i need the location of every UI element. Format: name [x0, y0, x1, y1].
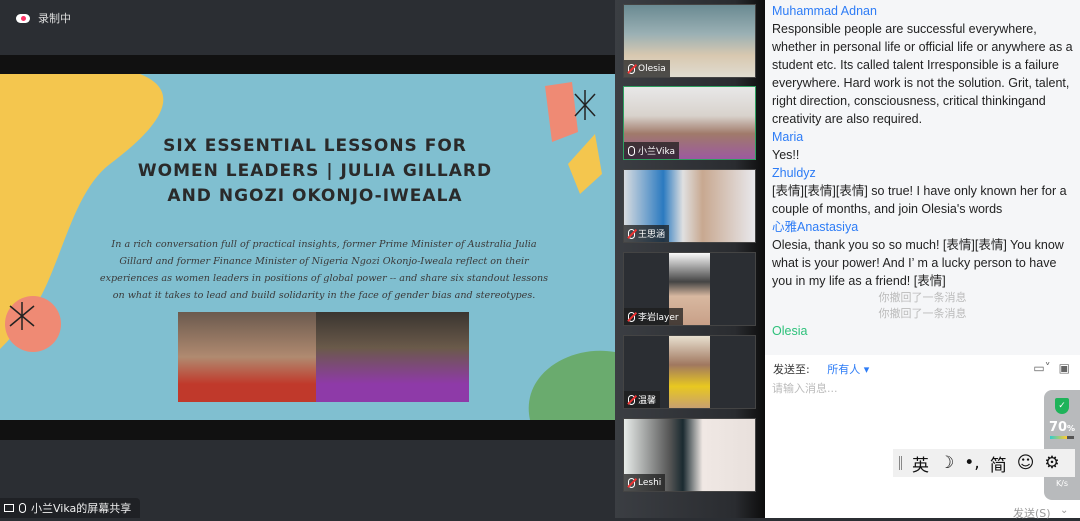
participant-tile[interactable]: 小兰Vika: [623, 86, 756, 160]
slide-title: Six Essential Lessons for Women Leaders …: [137, 136, 493, 206]
speed-unit: K/s: [1055, 479, 1069, 488]
message-input[interactable]: 请输入消息...: [772, 380, 838, 396]
recording-label: 录制中: [38, 12, 71, 25]
shield-check-icon: ✓: [1055, 398, 1069, 414]
system-monitor-widget[interactable]: ✓ 70% 79.8K/s: [1044, 390, 1080, 500]
participant-videos: Olesia 小兰Vika 王思涵 李岩layer 温馨 Leshi: [615, 0, 765, 518]
participant-name: Leshi: [638, 477, 662, 488]
participant-name: Olesia: [638, 63, 666, 74]
chat-sender: Muhammad Adnan: [772, 4, 877, 18]
ime-halfwidth-moon-icon[interactable]: ☽: [939, 453, 954, 473]
mic-muted-icon: [628, 228, 635, 239]
coral-shape: [545, 82, 578, 142]
send-to-value: 所有人: [827, 363, 861, 376]
yellow-diamond: [568, 134, 602, 194]
ime-simplified-toggle[interactable]: 简: [990, 451, 1007, 476]
screen-share-label: 小兰Vika的屏幕共享: [31, 502, 132, 515]
chat-sender: Zhuldyz: [772, 166, 816, 180]
chat-message: [表情][表情][表情] so true! I have only known …: [772, 184, 1067, 216]
recording-indicator: 录制中: [16, 10, 71, 26]
letterbox-bottom: [0, 420, 615, 440]
ime-drag-handle[interactable]: [899, 456, 902, 470]
send-to: 发送至: 所有人 ▾: [773, 361, 869, 377]
recording-cloud-icon: [16, 13, 30, 23]
usage-bar: [1050, 436, 1074, 439]
chat-message: Olesia, thank you so so much! [表情][表情] Y…: [772, 238, 1064, 288]
top-bar: 录制中: [0, 0, 615, 55]
system-message: 你撤回了一条消息: [878, 308, 967, 320]
ime-emoji-icon[interactable]: ☺: [1017, 453, 1035, 473]
video-thumbnail-okonjo-iweala: [316, 312, 469, 402]
participant-tile[interactable]: 温馨: [623, 335, 756, 409]
usage-percent: 70: [1048, 420, 1068, 435]
system-message: 你撤回了一条消息: [878, 292, 967, 304]
participant-tile[interactable]: Olesia: [623, 4, 756, 78]
announcement-icon[interactable]: ▣: [1059, 361, 1070, 375]
letterbox-top: [0, 55, 615, 74]
screen-share-bar[interactable]: 小兰Vika的屏幕共享: [0, 498, 140, 518]
mic-muted-icon: [628, 394, 635, 405]
send-options-chevron-icon[interactable]: ⌄: [1060, 505, 1068, 516]
participant-name: 小兰Vika: [638, 147, 676, 157]
mic-muted-icon: [628, 311, 635, 322]
chat-sender: Olesia: [772, 324, 808, 338]
slide-description: In a rich conversation full of practical…: [99, 239, 549, 301]
green-blob: [528, 350, 615, 420]
folder-icon[interactable]: ▭˅: [1033, 361, 1050, 375]
mic-muted-icon: [628, 477, 635, 488]
chat-message: Yes!!: [772, 148, 800, 162]
send-to-select[interactable]: 所有人 ▾: [827, 363, 869, 376]
participant-name: 李岩layer: [638, 313, 679, 323]
send-button[interactable]: 发送(S): [1013, 505, 1051, 521]
chat-sender: 心雅Anastasiya: [772, 220, 859, 234]
participant-name: 王思涵: [638, 230, 666, 240]
usage-unit: %: [1067, 424, 1076, 433]
screen-share-icon: [4, 504, 14, 512]
microphone-icon: [19, 503, 26, 513]
video-thumbnail-gillard: [178, 312, 316, 402]
mic-muted-icon: [628, 63, 635, 74]
chat-messages[interactable]: Muhammad Adnan Responsible people are su…: [765, 0, 1080, 355]
chat-input-area: 发送至: 所有人 ▾ ▭˅ ▣ 请输入消息... 发送(S) ⌄: [765, 355, 1080, 521]
ime-punctuation-icon[interactable]: •,: [964, 453, 979, 473]
participant-tile[interactable]: Leshi: [623, 418, 756, 492]
star-icon: [574, 90, 596, 120]
shared-screen-slide: Six Essential Lessons for Women Leaders …: [0, 74, 615, 420]
mic-icon: [628, 145, 635, 156]
participant-tile[interactable]: 李岩layer: [623, 252, 756, 326]
chat-message: Responsible people are successful everyw…: [772, 22, 1073, 126]
participant-tile[interactable]: 王思涵: [623, 169, 756, 243]
ime-toolbar: 英 ☽ •, 简 ☺ ⚙: [893, 449, 1075, 477]
send-to-label: 发送至:: [773, 363, 810, 376]
chat-sender: Maria: [772, 130, 804, 144]
participant-name: 温馨: [638, 396, 657, 406]
ime-language-toggle[interactable]: 英: [912, 451, 929, 476]
ime-settings-gear-icon[interactable]: ⚙: [1044, 453, 1059, 473]
